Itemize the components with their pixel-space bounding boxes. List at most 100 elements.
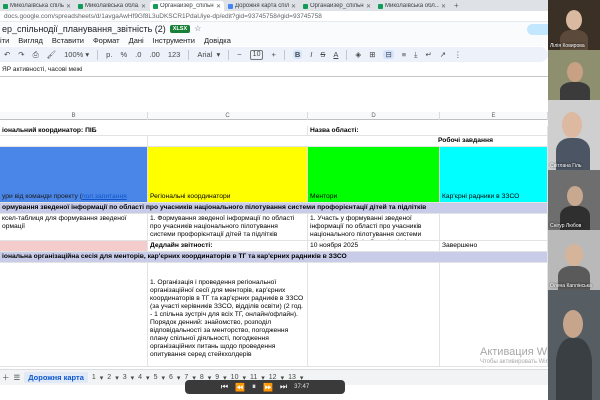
column-header-d[interactable]: D — [308, 112, 440, 120]
section-row-org-session[interactable]: іональна організаційна сесія для менторі… — [0, 252, 548, 263]
back-icon[interactable]: ⏪ — [235, 383, 245, 392]
cell-career-advisors[interactable]: Кар'єрні радники в ЗЗСО — [440, 147, 548, 203]
close-icon[interactable]: ✕ — [216, 3, 221, 10]
close-icon[interactable]: ✕ — [66, 3, 71, 10]
fill-color-icon[interactable]: ◈ — [355, 50, 361, 59]
sheet-tab-6[interactable]: 6 — [169, 374, 173, 381]
document-title[interactable]: ер_спільнодії_планування_звітність (2) — [2, 24, 166, 34]
forward-icon[interactable]: ⏩ — [263, 383, 273, 392]
print-icon[interactable]: ⎙ — [33, 50, 39, 60]
currency-button[interactable]: p. — [106, 50, 112, 59]
sheet-tab-4[interactable]: 4 — [138, 374, 142, 381]
cell-coordinator-label[interactable]: іональний координатор: ПІБ — [0, 126, 308, 136]
more-icon[interactable]: ⋮ — [454, 50, 462, 59]
strikethrough-button[interactable]: S — [320, 50, 325, 59]
share-button[interactable] — [527, 24, 548, 35]
participant-tile[interactable]: Олена Каплінська — [548, 230, 600, 290]
valign-bottom-icon[interactable]: ⤓ — [414, 50, 417, 60]
cell-empty[interactable] — [308, 263, 440, 367]
cell-task-mentors-1[interactable]: 1. Участь у формуванні зведеної інформац… — [308, 214, 440, 241]
all-sheets-icon[interactable]: ☰ — [14, 373, 21, 382]
cell-deadline-date[interactable]: 10 ноября 2025 — [308, 241, 440, 252]
browser-tab[interactable]: Миколаївська спільна...✕ — [0, 1, 74, 11]
menu-insert[interactable]: Вставити — [52, 36, 84, 45]
question-link[interactable]: пол запитання — [82, 193, 127, 200]
add-sheet-icon[interactable]: ＋ — [2, 372, 10, 383]
close-icon[interactable]: ✕ — [366, 3, 371, 10]
chevron-down-icon[interactable]: ▾ — [161, 374, 165, 382]
section-row-summary-info[interactable]: ормування зведеної інформації по області… — [0, 203, 548, 214]
decrease-decimals-button[interactable]: .0 — [135, 50, 141, 59]
cell-task-coordinators-1[interactable]: 1. Формування зведеної інформації по обл… — [148, 214, 308, 241]
font-select[interactable]: Arial ▾ — [197, 50, 220, 59]
column-header-b[interactable]: B — [0, 112, 148, 120]
menu-view[interactable]: Вигляд — [18, 36, 43, 45]
align-left-icon[interactable]: ≡ — [402, 50, 406, 59]
sheet-tab-roadmap[interactable]: Дорожня карта — [24, 372, 88, 383]
formula-bar[interactable]: ЯР активності, часові межі — [0, 63, 548, 77]
browser-tab[interactable]: Миколаївська обл... ✕ — [375, 1, 449, 11]
italic-button[interactable]: I — [310, 50, 312, 59]
zoom-select[interactable]: 100% ▾ — [64, 50, 89, 59]
menu-data[interactable]: Дані — [129, 36, 144, 45]
sheet-tab-1[interactable]: 1 — [92, 374, 96, 381]
cell-regional-coordinators[interactable]: Регіональні координатори — [148, 147, 308, 203]
cell-team-support[interactable]: ури від команди проекту (пол запитання — [0, 147, 148, 203]
cell-empty[interactable] — [0, 136, 148, 147]
redo-icon[interactable]: ↷ — [18, 50, 24, 59]
browser-tab[interactable]: Органайзер_спільнод...✕ — [300, 1, 374, 11]
participant-tile[interactable]: Лілія Ковирова — [548, 0, 600, 50]
close-icon[interactable]: ✕ — [291, 3, 296, 10]
sheet-tab-5[interactable]: 5 — [154, 374, 158, 381]
undo-icon[interactable]: ↶ — [4, 50, 10, 59]
browser-tab[interactable]: Органайзер_спільнод...✕ — [150, 1, 224, 11]
paint-format-icon[interactable]: 🖌 — [47, 50, 57, 59]
increase-decimals-button[interactable]: .00 — [149, 50, 159, 59]
text-color-button[interactable]: A — [333, 50, 338, 59]
cell-region-label[interactable]: Назва області: — [308, 126, 548, 136]
cell-empty[interactable] — [0, 263, 148, 367]
sheet-tab-2[interactable]: 2 — [107, 374, 111, 381]
cell-status[interactable]: Завершено — [440, 241, 548, 252]
cell-empty[interactable] — [440, 214, 548, 241]
formula-content[interactable]: ЯР активності, часові межі — [2, 66, 82, 73]
star-icon[interactable]: ☆ — [194, 24, 201, 33]
menu-help[interactable]: Довідка — [204, 36, 231, 45]
merge-cells-icon[interactable]: ⊟ — [383, 50, 394, 59]
address-url[interactable]: docs.google.com/spreadsheets/d/1avgaAwHf… — [4, 13, 322, 20]
browser-tab[interactable]: Дорожня карта спільн...✕ — [225, 1, 299, 11]
font-size-increase-icon[interactable]: + — [271, 50, 275, 59]
sheet-tab-3[interactable]: 3 — [123, 374, 127, 381]
chevron-down-icon[interactable]: ▾ — [177, 374, 181, 382]
participant-tile[interactable]: Снігур Любов — [548, 170, 600, 230]
cell-task-coordinators-2[interactable]: 1. Організація і проведення регіональної… — [148, 263, 308, 367]
percent-button[interactable]: % — [120, 50, 127, 59]
cell-mentors[interactable]: Ментори — [308, 147, 440, 203]
close-icon[interactable]: ✕ — [441, 3, 446, 10]
number-format-button[interactable]: 123 — [168, 50, 181, 59]
address-bar[interactable]: docs.google.com/spreadsheets/d/1avgaAwHf… — [0, 11, 548, 22]
next-icon[interactable]: ⏭ — [280, 382, 287, 392]
column-header-e[interactable]: E — [440, 112, 548, 120]
menu-tools[interactable]: Інструменти — [153, 36, 195, 45]
browser-tab[interactable]: Миколаївська обла... ✕ — [75, 1, 149, 11]
cell-deadline-label[interactable]: Дедлайн звітності: — [148, 241, 308, 252]
cell-work-tasks[interactable]: Робочі завдання — [148, 136, 548, 147]
font-size-decrease-icon[interactable]: − — [237, 50, 241, 59]
chevron-down-icon[interactable]: ▾ — [115, 374, 119, 382]
new-tab-button[interactable]: + — [450, 1, 463, 11]
borders-icon[interactable]: ⊞ — [369, 50, 375, 59]
participant-tile[interactable]: Світлана Гіль — [548, 100, 600, 170]
chevron-down-icon[interactable]: ▾ — [100, 374, 104, 382]
text-rotate-icon[interactable]: ↗ — [440, 50, 446, 59]
menu-edit[interactable]: іти — [0, 36, 9, 45]
participant-tile[interactable] — [548, 50, 600, 100]
cell-empty[interactable] — [0, 241, 148, 252]
menu-format[interactable]: Формат — [93, 36, 120, 45]
cell-excel-template[interactable]: ксел-таблиця для формування зведеної орм… — [0, 214, 148, 241]
column-header-c[interactable]: C — [148, 112, 308, 120]
pause-icon[interactable]: ⏸ — [252, 382, 256, 392]
chevron-down-icon[interactable]: ▾ — [146, 374, 150, 382]
close-icon[interactable]: ✕ — [141, 3, 146, 10]
participant-tile[interactable] — [548, 290, 600, 400]
